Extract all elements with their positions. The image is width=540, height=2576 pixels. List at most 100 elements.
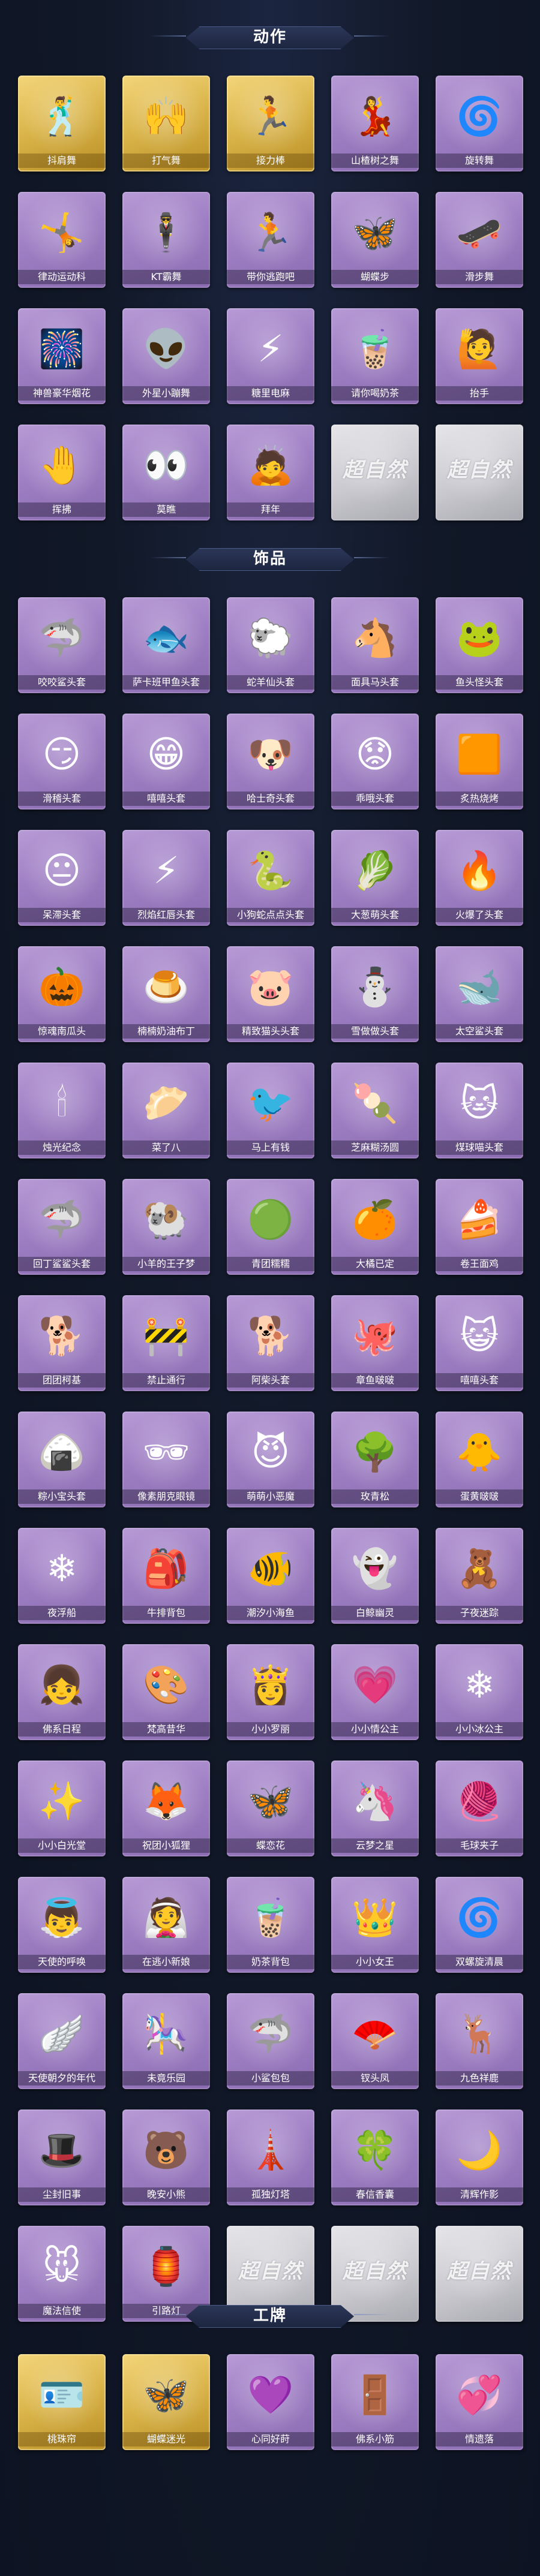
item-card[interactable]: 🧋 奶茶背包 (227, 1877, 314, 1973)
item-card[interactable]: 😺 嘻嘻头套 (436, 1295, 523, 1391)
item-card[interactable]: 😁 嘻嘻头套 (122, 714, 210, 809)
item-card[interactable]: 🪪 桃珠帘 (18, 2354, 106, 2450)
item-card[interactable]: 🐑 蛇羊仙头套 (227, 597, 314, 693)
item-card[interactable]: 🕴 KT霸舞 (122, 192, 210, 288)
traffic-cone-icon: 🚧 (143, 1314, 190, 1358)
item-card[interactable]: 🧋 请你喝奶茶 (331, 308, 419, 404)
item-card[interactable]: 🐶 哈士奇头套 (227, 714, 314, 809)
item-card[interactable]: 🍰 卷王面鸡 (436, 1179, 523, 1275)
item-card[interactable]: 🚪 佛系小筋 (331, 2354, 419, 2450)
item-card[interactable]: 😏 滑稽头套 (18, 714, 106, 809)
item-card[interactable]: 👽 外星小蹦舞 (122, 308, 210, 404)
item-card[interactable]: 😟 乖哦头套 (331, 714, 419, 809)
item-card[interactable]: ✨ 小小白光堂 (18, 1761, 106, 1856)
item-card[interactable]: 🦄 云梦之星 (331, 1761, 419, 1856)
item-card[interactable]: 🐙 章鱼啵啵 (331, 1295, 419, 1391)
item-card[interactable]: 🪭 钗头凤 (331, 1993, 419, 2089)
item-card[interactable]: 👻 白鲸幽灵 (331, 1528, 419, 1624)
item-card[interactable]: 🟧 炙热烧烤 (436, 714, 523, 809)
item-card[interactable]: 🦈 小鲨包包 (227, 1993, 314, 2089)
item-card[interactable]: 🙌 打气舞 (122, 76, 210, 171)
item-card[interactable]: ⛄ 雪做做头套 (331, 946, 419, 1042)
item-card[interactable]: 🎨 梵高昔华 (122, 1644, 210, 1740)
item-card[interactable]: 🐱 煤球喵头套 (436, 1063, 523, 1158)
item-card[interactable]: 🙋 抬手 (436, 308, 523, 404)
item-card[interactable]: 🐴 面具马头套 (331, 597, 419, 693)
item-card[interactable]: 🐟 萨卡班甲鱼头套 (122, 597, 210, 693)
item-card[interactable]: 🌳 玫青松 (331, 1412, 419, 1507)
item-card[interactable]: ❄ 夜浮船 (18, 1528, 106, 1624)
item-card[interactable]: 🤚 挥拂 (18, 425, 106, 520)
item-card[interactable]: 🦈 咬咬鲨头套 (18, 597, 106, 693)
item-card[interactable]: 🕯 烛光纪念 (18, 1063, 106, 1158)
item-card[interactable]: 🧸 子夜迷踪 (436, 1528, 523, 1624)
item-card[interactable]: 🦌 九色祥鹿 (436, 1993, 523, 2089)
item-card[interactable]: 🐥 蛋黄啵啵 (436, 1412, 523, 1507)
item-card[interactable]: 🔥 火爆了头套 (436, 830, 523, 926)
item-card[interactable]: 🙇 拜年 (227, 425, 314, 520)
locked-item-card[interactable]: 超自然 (331, 425, 419, 520)
item-card[interactable]: 🦋 蝴蝶迷光 (122, 2354, 210, 2450)
item-card[interactable]: 🚧 禁止通行 (122, 1295, 210, 1391)
section-title: 动作 (253, 28, 287, 46)
locked-item-card[interactable]: 超自然 (436, 425, 523, 520)
item-card[interactable]: 💗 小小情公主 (331, 1644, 419, 1740)
pudding-head-icon: 🍮 (143, 965, 190, 1009)
item-card[interactable]: 🐍 小狗蛇点点头套 (227, 830, 314, 926)
item-card[interactable]: 🕺 抖肩舞 (18, 76, 106, 171)
item-card[interactable]: 🐋 太空鲨头套 (436, 946, 523, 1042)
item-card[interactable]: 🎩 尘封旧事 (18, 2109, 106, 2205)
item-card[interactable]: 🐏 小羊的王子梦 (122, 1179, 210, 1275)
item-card[interactable]: ⚡ 糖里电麻 (227, 308, 314, 404)
item-card[interactable]: 🦋 蝴蝶步 (331, 192, 419, 288)
item-card[interactable]: 🥟 菜了八 (122, 1063, 210, 1158)
item-card[interactable]: 🐻 晚安小熊 (122, 2109, 210, 2205)
item-card[interactable]: 👰 在逃小新娘 (122, 1877, 210, 1973)
item-card[interactable]: 🌙 清辉作影 (436, 2109, 523, 2205)
item-card[interactable]: 🕶 像素朋克眼镜 (122, 1412, 210, 1507)
pumpkin-head-icon: 🎃 (38, 965, 85, 1009)
item-card[interactable]: 🤸 律动运动科 (18, 192, 106, 288)
item-card[interactable]: 🍙 粽小宝头套 (18, 1412, 106, 1507)
item-card[interactable]: 🐕 团团柯基 (18, 1295, 106, 1391)
item-card[interactable]: 🦈 回丁鲨鲨头套 (18, 1179, 106, 1275)
item-card[interactable]: 👸 小小罗丽 (227, 1644, 314, 1740)
item-card[interactable]: 🎆 神兽豪华烟花 (18, 308, 106, 404)
item-card[interactable]: 🪽 天使朝夕的年代 (18, 1993, 106, 2089)
item-card[interactable]: 👑 小小女王 (331, 1877, 419, 1973)
item-card[interactable]: 👼 天使的呼唤 (18, 1877, 106, 1973)
item-card[interactable]: 🥬 大葱萌头套 (331, 830, 419, 926)
item-card[interactable]: 🐕 阿柴头套 (227, 1295, 314, 1391)
item-card[interactable]: 🌀 双螺旋清晨 (436, 1877, 523, 1973)
item-card[interactable]: 🗼 孤独灯塔 (227, 2109, 314, 2205)
item-card[interactable]: 💃 山楂树之舞 (331, 76, 419, 171)
item-card[interactable]: 🦋 蝶恋花 (227, 1761, 314, 1856)
item-card[interactable]: 🏃 带你逃跑吧 (227, 192, 314, 288)
item-card[interactable]: 🧶 毛球夹子 (436, 1761, 523, 1856)
item-card[interactable]: 🍡 芝麻糊汤圆 (331, 1063, 419, 1158)
item-card[interactable]: 🟢 青团糯糯 (227, 1179, 314, 1275)
item-card[interactable]: 😐 呆滞头套 (18, 830, 106, 926)
item-card[interactable]: 🐷 精致猫头头套 (227, 946, 314, 1042)
item-card[interactable]: 🍊 大橘已定 (331, 1179, 419, 1275)
item-card[interactable]: 🎒 牛排背包 (122, 1528, 210, 1624)
item-card[interactable]: 💜 心同好莳 (227, 2354, 314, 2450)
item-card[interactable]: ⚡ 烈焰红唇头套 (122, 830, 210, 926)
item-card[interactable]: 🎠 未竟乐园 (122, 1993, 210, 2089)
item-card[interactable]: 🐸 鱼头怪头套 (436, 597, 523, 693)
item-card[interactable]: 🍀 春信香囊 (331, 2109, 419, 2205)
item-card[interactable]: 🐦 马上有钱 (227, 1063, 314, 1158)
item-card[interactable]: 🐠 潮汐小海鱼 (227, 1528, 314, 1624)
item-card[interactable]: 💞 情遗落 (436, 2354, 523, 2450)
item-card[interactable]: 🦊 祝团小狐狸 (122, 1761, 210, 1856)
item-card[interactable]: ❄ 小小冰公主 (436, 1644, 523, 1740)
item-card[interactable]: 👧 佛系日程 (18, 1644, 106, 1740)
item-card[interactable]: 🍮 楠楠奶油布丁 (122, 946, 210, 1042)
item-card[interactable]: 🌀 旋转舞 (436, 76, 523, 171)
item-label: 蛋黄啵啵 (436, 1489, 523, 1504)
item-card[interactable]: 🎃 惊魂南瓜头 (18, 946, 106, 1042)
item-card[interactable]: 🏃 接力棒 (227, 76, 314, 171)
item-card[interactable]: 😈 萌萌小恶魔 (227, 1412, 314, 1507)
item-card[interactable]: 👀 莫瞧 (122, 425, 210, 520)
item-card[interactable]: 🛹 滑步舞 (436, 192, 523, 288)
